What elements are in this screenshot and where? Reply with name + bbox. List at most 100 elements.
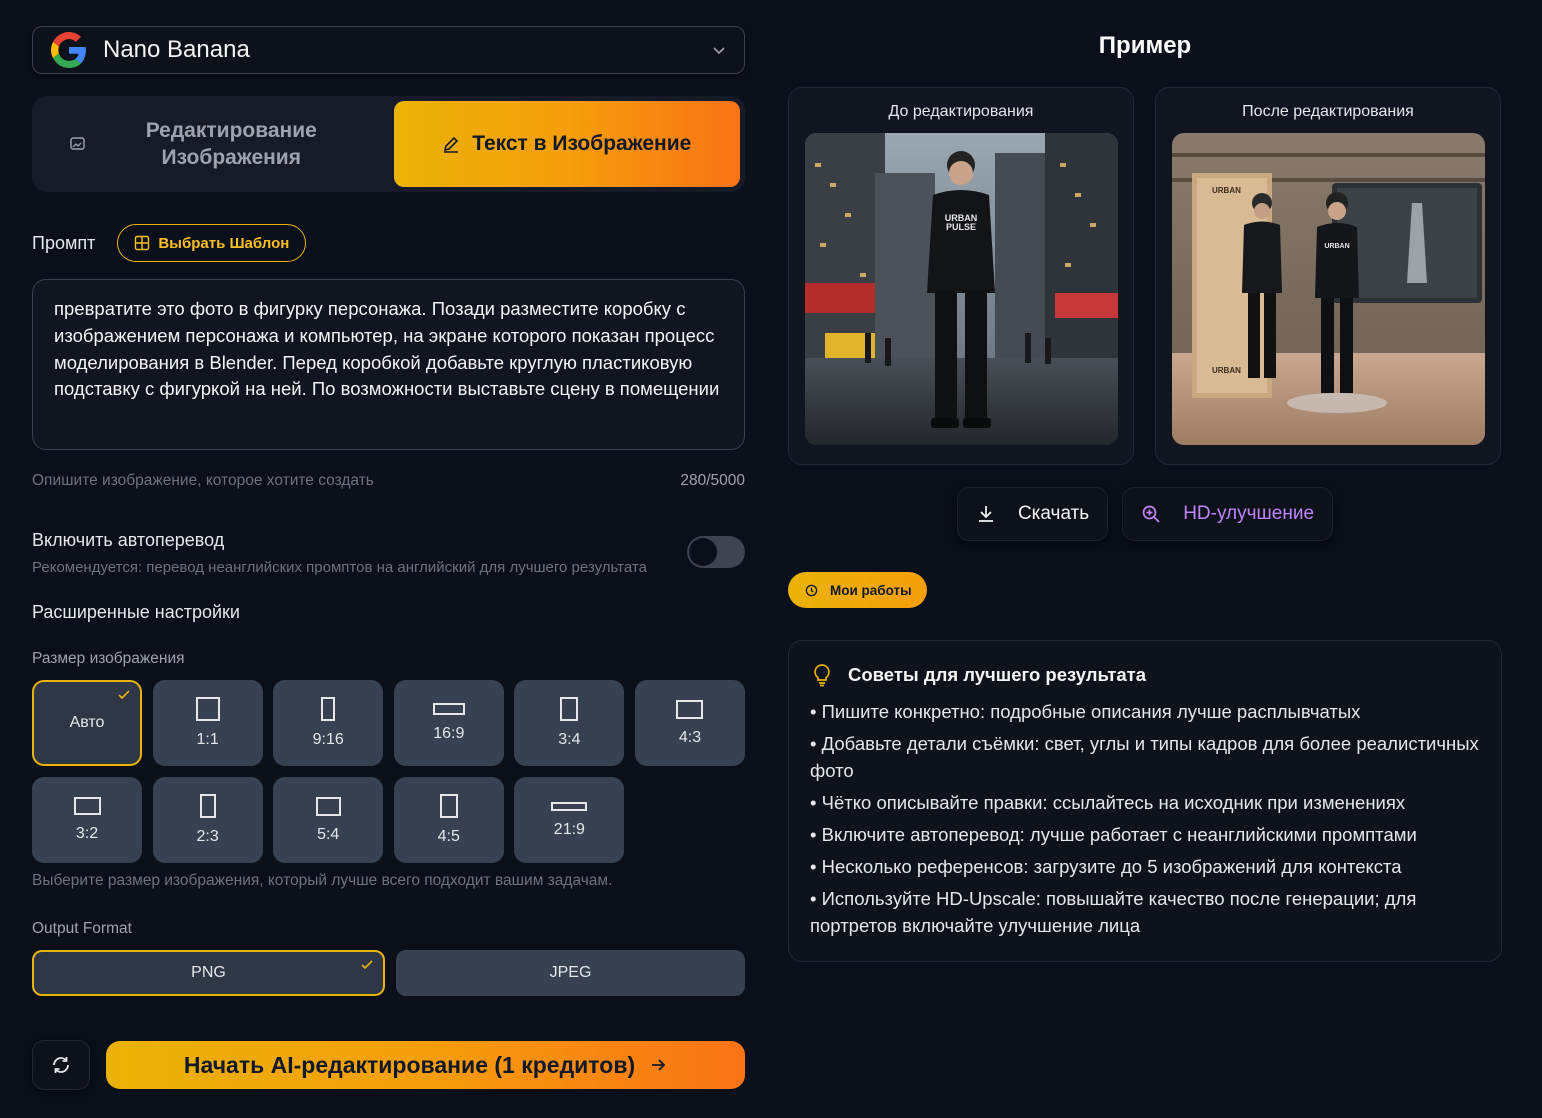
prompt-meta: Опишите изображение, которое хотите созд… [32,472,745,490]
output-format-options: PNG JPEG [32,950,745,996]
left-panel: Nano Banana Редактирование Изображения Т… [32,26,745,996]
svg-text:URBAN: URBAN [1212,366,1241,375]
size-option-label: 1:1 [196,731,219,748]
template-grid-icon [135,235,150,251]
check-icon [361,960,373,970]
svg-text:URBAN: URBAN [1324,243,1349,250]
tips-card: Советы для лучшего результата Пишите кон… [788,640,1502,962]
model-selector[interactable]: Nano Banana [32,26,745,74]
tips-list: Пишите конкретно: подробные описания луч… [810,698,1479,939]
tips-header: Советы для лучшего результата [810,663,1479,687]
size-option-auto[interactable]: Авто [32,680,142,766]
model-name: Nano Banana [103,36,250,63]
before-after-compare: До редактирования URBAN PULSE После реда… [788,87,1502,465]
auto-translate-toggle[interactable] [687,536,745,568]
size-option-3-4[interactable]: 3:4 [514,680,625,766]
size-option-label: Авто [69,714,105,731]
lightbulb-icon [814,664,830,687]
ratio-shape-icon [195,697,220,721]
download-icon [978,506,993,522]
toggle-knob [689,538,717,566]
image-size-label: Размер изображения [32,650,185,667]
image-size-hint: Выберите размер изображения, который луч… [32,872,613,889]
ratio-shape-icon [551,801,588,811]
size-option-label: 4:3 [678,728,702,746]
tip-item: Несколько референсов: загрузите до 5 изо… [810,853,1479,880]
size-option-5-4[interactable]: 5:4 [273,777,384,863]
ratio-shape-icon [560,697,579,721]
figurine-scene-photo: URBAN URBAN URBAN [1172,133,1485,445]
my-works-button[interactable]: Мои работы [788,572,927,608]
size-option-2-3[interactable]: 2:3 [152,777,263,863]
tab-image-edit[interactable]: Редактирование Изображения [37,101,384,187]
auto-translate-title: Включить автоперевод [32,530,225,550]
tip-item: Используйте HD-Upscale: повышайте качест… [810,885,1479,939]
mode-tabs: Редактирование Изображения Текст в Изобр… [32,96,745,192]
svg-text:URBAN: URBAN [1212,186,1241,195]
size-option-21-9[interactable]: 21:9 [514,777,625,863]
ratio-shape-icon [199,794,216,818]
size-grid: Авто 1:1 9:16 16:9 3:4 4:3 3:2 2:3 5:4 4… [32,680,745,863]
svg-text:PULSE: PULSE [946,222,976,232]
after-image: URBAN URBAN URBAN [1172,133,1485,445]
ratio-shape-icon [73,797,101,815]
format-option-label: PNG [191,964,226,981]
size-option-3-2[interactable]: 3:2 [32,777,142,863]
pencil-icon [444,136,459,153]
auto-translate-row: Включить автоперевод Рекомендуется: пере… [32,530,745,578]
size-option-label: 3:2 [75,825,99,842]
start-ai-edit-label: Начать AI-редактирование (1 кредитов) [183,1051,636,1078]
ratio-shape-icon [321,697,336,721]
google-logo-icon [51,32,86,68]
ratio-shape-icon [676,699,704,719]
tab-text-to-image-label: Текст в Изображение [472,132,692,155]
format-option-png[interactable]: PNG [32,950,385,996]
reset-button[interactable] [32,1040,90,1090]
format-option-jpeg[interactable]: JPEG [396,950,745,996]
before-image: URBAN PULSE [805,133,1118,445]
ratio-shape-icon [315,796,341,816]
prompt-textarea[interactable]: превратите это фото в фигурку персонажа.… [32,279,745,450]
auto-translate-description: Рекомендуется: перевод неанглийских пром… [32,559,647,576]
hd-upscale-label: HD-улучшение [1183,503,1315,524]
size-option-label: 16:9 [433,725,465,742]
check-icon [118,690,130,700]
size-option-label: 3:4 [558,731,581,748]
right-panel: Пример До редактирования URBAN PULSE Пос… [788,26,1502,962]
size-option-4-5[interactable]: 4:5 [393,777,504,863]
zoom-in-icon [1142,505,1160,523]
tab-text-to-image[interactable]: Текст в Изображение [393,101,740,187]
choose-template-button[interactable]: Выбрать Шаблон [117,224,307,262]
download-label: Скачать [1017,503,1090,524]
size-option-label: 4:5 [437,828,460,845]
output-format-label: Output Format [32,920,132,937]
size-option-1-1[interactable]: 1:1 [152,680,263,766]
download-button[interactable]: Скачать [956,487,1109,541]
city-street-photo: URBAN PULSE [805,133,1118,445]
tips-title: Советы для лучшего результата [848,664,1146,685]
before-panel: До редактирования URBAN PULSE [788,87,1134,465]
before-label: До редактирования [888,103,1034,120]
size-option-label: 9:16 [312,731,344,748]
my-works-label: Мои работы [830,582,912,598]
after-panel: После редактирования URBAN URBAN URBAN [1155,87,1501,465]
ratio-shape-icon [439,794,458,818]
size-option-4-3[interactable]: 4:3 [634,680,745,766]
tip-item: Чётко описывайте правки: ссылайтесь на и… [810,789,1479,816]
prompt-header: Промпт Выбрать Шаблон [32,224,745,262]
tip-item: Включите автоперевод: лучше работает с н… [810,821,1479,848]
refresh-icon [53,1057,69,1073]
format-option-label: JPEG [549,964,592,981]
size-option-9-16[interactable]: 9:16 [273,680,384,766]
tab-image-edit-label: Редактирование Изображения [145,119,317,169]
start-ai-edit-button[interactable]: Начать AI-редактирование (1 кредитов) [106,1041,745,1089]
result-actions: Скачать HD-улучшение [788,487,1502,541]
size-option-16-9[interactable]: 16:9 [393,680,504,766]
chevron-down-icon [713,47,725,55]
prompt-hint: Опишите изображение, которое хотите созд… [32,472,374,489]
example-title: Пример [1098,32,1192,59]
ratio-shape-icon [432,703,465,715]
image-edit-icon [70,137,85,150]
hd-upscale-button[interactable]: HD-улучшение [1122,487,1334,541]
tip-item: Пишите конкретно: подробные описания луч… [810,698,1479,725]
